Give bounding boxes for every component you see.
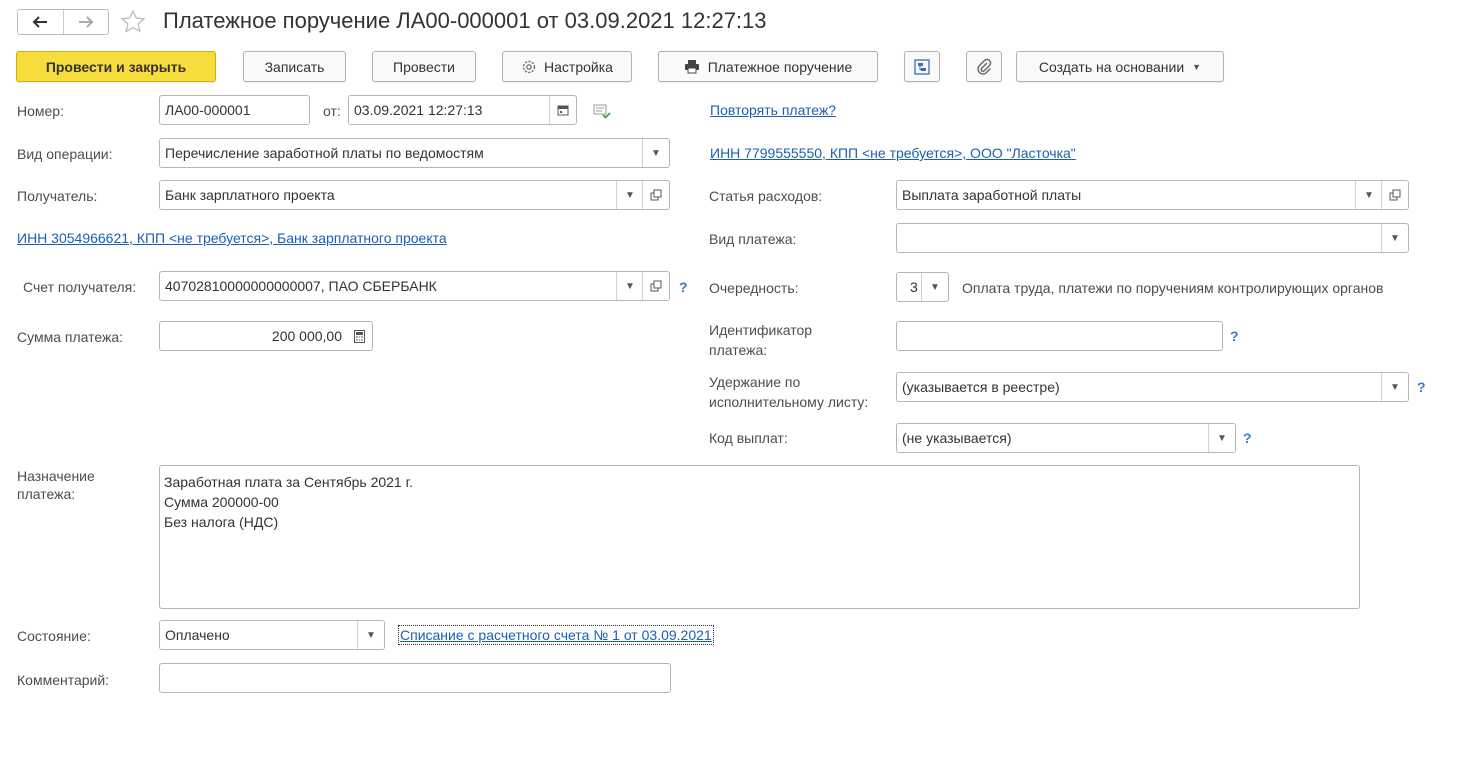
help-icon[interactable]: ? xyxy=(1243,430,1252,446)
date-field[interactable]: 03.09.2021 12:27:13 xyxy=(348,95,577,125)
create-based-on-button[interactable]: Создать на основании ▼ xyxy=(1016,51,1224,82)
document-history-icon[interactable] xyxy=(593,103,611,119)
chevron-down-icon[interactable]: ▼ xyxy=(1355,181,1382,209)
star-icon[interactable] xyxy=(120,9,146,35)
priority-description: Оплата труда, платежи по поручениям конт… xyxy=(962,280,1384,296)
withhold-select[interactable]: (указывается в реестре) ▼ xyxy=(896,372,1409,402)
attachment-icon[interactable] xyxy=(966,51,1002,82)
help-icon[interactable]: ? xyxy=(679,279,688,295)
state-label: Состояние: xyxy=(17,628,91,644)
calculator-icon[interactable] xyxy=(346,322,372,350)
arrow-right-icon[interactable] xyxy=(64,10,109,34)
recipient-info-link[interactable]: ИНН 3054966621, КПП <не требуется>, Банк… xyxy=(17,230,447,246)
comment-field[interactable] xyxy=(159,663,671,693)
amount-label: Сумма платежа: xyxy=(17,329,124,345)
nav-buttons xyxy=(17,9,109,35)
date-label: от: xyxy=(323,103,341,119)
purpose-textarea[interactable]: Заработная плата за Сентябрь 2021 г. Сум… xyxy=(159,465,1360,609)
gear-icon xyxy=(521,59,537,75)
chevron-down-icon[interactable]: ▼ xyxy=(1208,424,1235,452)
comment-label: Комментарий: xyxy=(17,672,110,688)
operation-label: Вид операции: xyxy=(17,146,113,162)
operation-select[interactable]: Перечисление заработной платы по ведомос… xyxy=(159,138,670,168)
chevron-down-icon[interactable]: ▼ xyxy=(616,181,643,209)
print-label: Платежное поручение xyxy=(707,58,853,75)
help-icon[interactable]: ? xyxy=(1417,379,1426,395)
settings-button[interactable]: Настройка xyxy=(502,51,632,82)
organization-link[interactable]: ИНН 7799555550, КПП <не требуется>, ООО … xyxy=(710,145,1076,161)
post-and-close-button[interactable]: Провести и закрыть xyxy=(16,51,216,82)
expense-select[interactable]: Выплата заработной платы ▼ xyxy=(896,180,1409,210)
expense-label: Статья расходов: xyxy=(709,188,823,204)
structure-icon[interactable] xyxy=(904,51,940,82)
create-based-label: Создать на основании xyxy=(1038,58,1185,75)
chevron-down-icon[interactable]: ▼ xyxy=(1381,373,1408,401)
chevron-down-icon[interactable]: ▼ xyxy=(357,621,384,649)
payout-code-label: Код выплат: xyxy=(709,430,788,446)
payment-type-select[interactable]: ▼ xyxy=(896,223,1409,253)
account-label: Счет получателя: xyxy=(23,279,137,295)
page-title: Платежное поручение ЛА00-000001 от 03.09… xyxy=(163,8,767,33)
bank-statement-link[interactable]: Списание с расчетного счета № 1 от 03.09… xyxy=(398,625,714,645)
number-field[interactable]: ЛА00-000001 xyxy=(159,95,310,125)
recipient-select[interactable]: Банк зарплатного проекта ▼ xyxy=(159,180,670,210)
account-select[interactable]: 40702810000000000007, ПАО СБЕРБАНК ▼ xyxy=(159,271,670,301)
payment-type-label: Вид платежа: xyxy=(709,231,797,247)
chevron-down-icon[interactable]: ▼ xyxy=(921,273,948,301)
payment-id-field[interactable] xyxy=(896,321,1223,351)
chevron-down-icon[interactable]: ▼ xyxy=(616,272,643,300)
chevron-down-icon: ▼ xyxy=(1192,61,1202,72)
payment-id-label: Идентификатор платежа: xyxy=(709,322,813,358)
purpose-label: Назначение платежа: xyxy=(17,468,95,502)
calendar-icon[interactable] xyxy=(549,96,576,124)
save-button[interactable]: Записать xyxy=(243,51,346,82)
priority-select[interactable]: 3 ▼ xyxy=(896,272,949,302)
post-button[interactable]: Провести xyxy=(372,51,476,82)
payout-code-select[interactable]: (не указывается) ▼ xyxy=(896,423,1236,453)
amount-field[interactable]: 200 000,00 xyxy=(159,321,373,351)
open-icon[interactable] xyxy=(642,181,669,209)
number-label: Номер: xyxy=(17,103,64,119)
open-icon[interactable] xyxy=(1381,181,1408,209)
open-icon[interactable] xyxy=(642,272,669,300)
printer-icon xyxy=(684,59,700,74)
withhold-label: Удержание по исполнительному листу: xyxy=(709,374,869,410)
arrow-left-icon[interactable] xyxy=(18,10,64,34)
chevron-down-icon[interactable]: ▼ xyxy=(642,139,669,167)
priority-label: Очередность: xyxy=(709,280,799,296)
state-select[interactable]: Оплачено ▼ xyxy=(159,620,385,650)
print-payment-order-button[interactable]: Платежное поручение xyxy=(658,51,878,82)
chevron-down-icon[interactable]: ▼ xyxy=(1381,224,1408,252)
recipient-label: Получатель: xyxy=(17,188,98,204)
repeat-payment-link[interactable]: Повторять платеж? xyxy=(710,102,836,118)
settings-label: Настройка xyxy=(544,58,613,75)
help-icon[interactable]: ? xyxy=(1230,328,1239,344)
